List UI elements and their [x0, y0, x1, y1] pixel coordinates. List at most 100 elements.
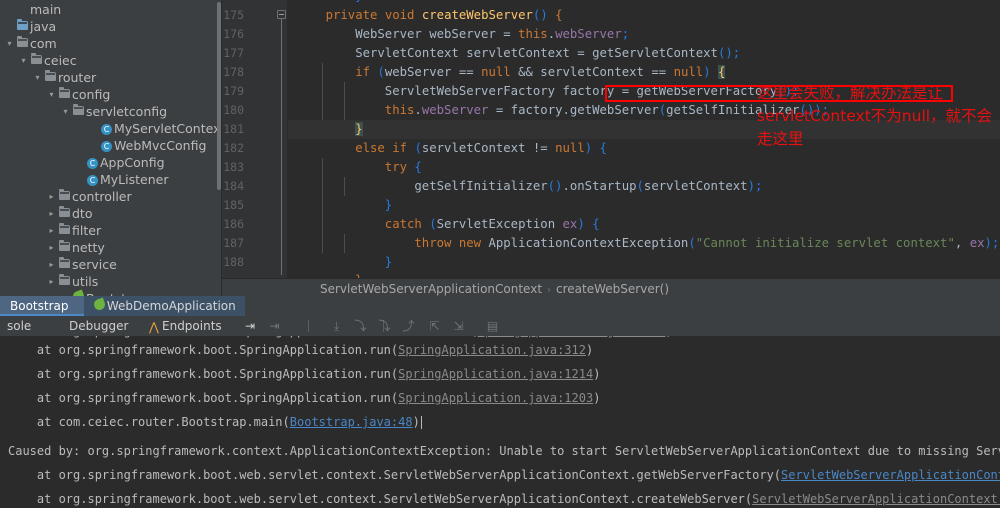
chevron-right-icon[interactable]: ▸: [46, 239, 57, 256]
line-number: 183: [223, 160, 244, 174]
step-into-icon[interactable]: ⤵: [354, 320, 367, 333]
console-line[interactable]: at org.springframework.boot.web.servlet.…: [8, 490, 1000, 508]
run-to-cursor-icon[interactable]: ⇲: [452, 320, 465, 333]
tree-item-servletconfig[interactable]: ▾ servletconfig: [56, 102, 222, 119]
tree-item-label: controller: [72, 189, 132, 204]
tree-item-service[interactable]: ▸ service: [42, 255, 222, 272]
code-line[interactable]: }: [385, 253, 392, 272]
run-configuration-tabs[interactable]: Bootstrap WebDemoApplication: [0, 296, 1000, 316]
tree-item-config[interactable]: ▾ config: [42, 85, 222, 102]
indent-guide: [344, 82, 345, 120]
stack-trace-link[interactable]: ServletWebServerApplicationContext.java:…: [781, 468, 1000, 482]
breadcrumb[interactable]: ServletWebServerApplicationContext › creat…: [222, 278, 1000, 298]
tree-item-label: router: [58, 70, 97, 85]
stack-trace-link[interactable]: SpringApplication.java:1214: [398, 367, 593, 381]
chevron-right-icon[interactable]: ▸: [46, 188, 57, 205]
chevron-right-icon[interactable]: ▸: [46, 222, 57, 239]
console-line[interactable]: at org.springframework.boot.SpringApplic…: [8, 341, 593, 360]
stack-trace-link[interactable]: ServletWebServerApplicationContext.java:…: [752, 492, 1000, 506]
tree-item-java[interactable]: java: [0, 17, 222, 34]
console-output[interactable]: at org.springframework.boot.SpringApplic…: [0, 336, 1000, 508]
editor-gutter[interactable]: 1741751761771781791801811821831841851861…: [222, 0, 288, 278]
tree-item-webmvcconfig[interactable]: C WebMvcConfig: [84, 136, 222, 153]
tree-item-bootstrap[interactable]: Bootstrap: [56, 289, 222, 296]
console-line[interactable]: Caused by: org.springframework.context.A…: [8, 442, 1000, 461]
code-line[interactable]: ServletContext servletContext = getServl…: [355, 44, 740, 63]
tree-item-dto[interactable]: ▸ dto: [42, 204, 222, 221]
code-line-partial-bottom[interactable]: }: [355, 271, 362, 278]
chevron-right-icon[interactable]: ▸: [46, 256, 57, 273]
pin-tab-icon[interactable]: ⇥: [238, 316, 262, 336]
chevron-down-icon[interactable]: ▾: [60, 103, 71, 120]
java-class-icon: C: [85, 153, 100, 170]
chevron-down-icon[interactable]: ▾: [46, 86, 57, 103]
code-line-partial[interactable]: }: [355, 0, 362, 6]
run-tab-label: WebDemoApplication: [106, 299, 236, 313]
code-line[interactable]: }: [385, 196, 392, 215]
tree-item-netty[interactable]: ▸ netty: [42, 238, 222, 255]
stack-trace-link[interactable]: SpringApplication.java:1203: [398, 391, 593, 405]
code-line[interactable]: else if (servletContext != null) {: [355, 139, 607, 158]
step-over-icon[interactable]: ⤓: [330, 320, 343, 333]
drop-frame-icon[interactable]: ⇱: [428, 320, 441, 333]
debug-toolbar[interactable]: sole Debugger ⋀ Endpoints ⇥ ⇥ ⤓ ⤵ ⤵ ⤴ ⇱ ⇲ ▤: [0, 316, 1000, 336]
tree-item-ceiec[interactable]: ▾ ceiec: [14, 51, 222, 68]
folder-icon: [43, 68, 58, 85]
code-line[interactable]: try {: [385, 158, 422, 177]
chevron-right-icon[interactable]: ▸: [46, 273, 57, 290]
breadcrumb-separator: ›: [547, 285, 552, 296]
tree-item-utils[interactable]: ▸ utils: [42, 272, 222, 289]
console-line-text-end: ): [593, 391, 601, 405]
code-line[interactable]: }: [355, 120, 363, 139]
step-out-icon[interactable]: ⤴: [402, 320, 415, 333]
tree-item-appconfig[interactable]: C AppConfig: [70, 153, 222, 170]
console-line-text-end: ): [412, 415, 420, 429]
folder-icon: [57, 187, 72, 204]
console-line[interactable]: at org.springframework.boot.SpringApplic…: [8, 389, 601, 408]
tree-item-label: MyServletContext: [114, 121, 222, 136]
code-line[interactable]: private void createWebServer() {: [326, 6, 563, 25]
project-tree-panel[interactable]: main java ▾ com ▾ ceiec ▾ router ▾ config ▾ servlet…: [0, 0, 222, 296]
console-line[interactable]: at org.springframework.boot.web.servlet.…: [8, 466, 1000, 485]
console-line-text: at org.springframework.boot.SpringApplic…: [8, 391, 399, 405]
tree-item-mylistener[interactable]: C MyListener: [70, 170, 222, 187]
breadcrumb-class[interactable]: ServletWebServerApplicationContext: [320, 282, 542, 296]
run-tab-bootstrap[interactable]: Bootstrap: [0, 296, 84, 316]
tree-item-main[interactable]: main: [0, 0, 222, 17]
breadcrumb-method[interactable]: createWebServer(): [556, 282, 669, 296]
tree-item-label: main: [30, 2, 62, 17]
code-fold-icon[interactable]: [277, 10, 286, 19]
line-number: 176: [223, 27, 244, 41]
chevron-down-icon[interactable]: ▾: [4, 35, 15, 52]
evaluate-expression-icon[interactable]: ▤: [486, 320, 499, 333]
tree-item-router[interactable]: ▾ router: [28, 68, 222, 85]
code-line[interactable]: getSelfInitializer().onStartup(servletCo…: [414, 177, 762, 196]
force-step-into-icon[interactable]: ⤵: [378, 320, 391, 333]
tree-item-myservletcontext[interactable]: C MyServletContext: [84, 119, 222, 136]
debugger-tab[interactable]: Debugger: [62, 316, 154, 336]
stack-trace-link[interactable]: SpringApplication.java:434: [478, 336, 666, 338]
tree-item-com[interactable]: ▾ com: [0, 34, 222, 51]
stack-trace-link[interactable]: Bootstrap.java:48: [290, 415, 413, 429]
console-line[interactable]: at com.ceiec.router.Bootstrap.main(Boots…: [8, 413, 422, 432]
tree-item-filter[interactable]: ▸ filter: [42, 221, 222, 238]
console-line[interactable]: at org.springframework.boot.SpringApplic…: [8, 365, 601, 384]
tree-item-controller[interactable]: ▸ controller: [42, 187, 222, 204]
tree-item-label: utils: [72, 274, 99, 289]
code-line[interactable]: throw new ApplicationContextException("C…: [414, 234, 999, 253]
console-tab-label: sole: [7, 319, 32, 333]
stack-trace-link[interactable]: SpringApplication.java:312: [398, 343, 586, 357]
chevron-down-icon[interactable]: ▾: [32, 69, 43, 86]
run-tab-webdemoapplication[interactable]: WebDemoApplication: [84, 296, 245, 316]
line-number: 184: [223, 179, 244, 193]
tree-item-label: netty: [72, 240, 105, 255]
chevron-down-icon[interactable]: ▾: [18, 52, 29, 69]
show-execution-point-icon[interactable]: ⇥: [268, 320, 281, 333]
chevron-right-icon[interactable]: ▸: [46, 205, 57, 222]
code-line[interactable]: catch (ServletException ex) {: [385, 215, 600, 234]
code-line[interactable]: if (webServer == null && servletContext …: [355, 63, 726, 82]
tree-item-label: com: [30, 36, 57, 51]
endpoints-tab[interactable]: ⋀ Endpoints: [142, 316, 252, 336]
code-line[interactable]: WebServer webServer = this.webServer;: [355, 25, 629, 44]
line-number: 181: [223, 122, 244, 136]
